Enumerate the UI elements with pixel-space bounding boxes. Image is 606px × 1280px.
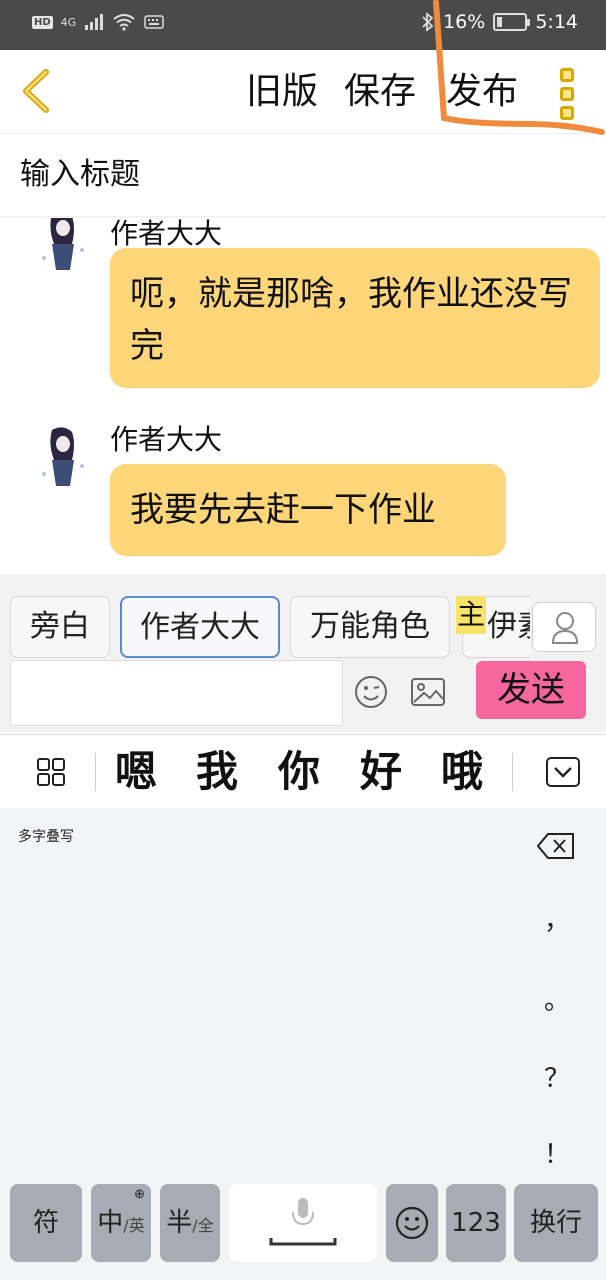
grid-menu-icon[interactable] bbox=[36, 757, 66, 787]
period-key[interactable]: 。 bbox=[540, 980, 574, 1017]
microphone-icon bbox=[269, 1198, 337, 1246]
numbers-key[interactable]: 123 bbox=[446, 1184, 506, 1262]
hd-indicator: HD bbox=[32, 15, 53, 29]
wifi-icon bbox=[113, 14, 135, 31]
candidate-divider bbox=[95, 753, 96, 791]
author-avatar[interactable] bbox=[38, 218, 88, 272]
author-name: 作者大大 bbox=[110, 218, 223, 250]
half-full-toggle[interactable]: 半/全 bbox=[160, 1184, 220, 1262]
message-bubble[interactable]: 呃，就是那啥，我作业还没写完 bbox=[110, 248, 600, 388]
message-bubble[interactable]: 我要先去赶一下作业 bbox=[110, 464, 506, 556]
half-label: 半 bbox=[166, 1208, 193, 1238]
smiley-icon bbox=[395, 1206, 429, 1240]
author-avatar[interactable] bbox=[38, 420, 88, 494]
candidate-word[interactable]: 好 bbox=[360, 745, 402, 799]
person-icon bbox=[551, 612, 579, 644]
signal-icon bbox=[85, 14, 104, 30]
emoji-key[interactable] bbox=[386, 1184, 438, 1262]
handwriting-keyboard[interactable]: 多字叠写 ， 。 ？ ！ 符 中/英 ⊕ 半/全 123 换行 bbox=[0, 808, 606, 1280]
candidate-word[interactable]: 我 bbox=[196, 745, 238, 799]
role-selector-bar: 旁白 作者大大 万能角色 伊素 bbox=[0, 574, 606, 660]
role-narrator[interactable]: 旁白 bbox=[10, 596, 110, 658]
candidate-word[interactable]: 你 bbox=[278, 745, 320, 799]
chinese-label: 中 bbox=[97, 1208, 124, 1238]
backspace-icon[interactable] bbox=[536, 832, 576, 860]
chevron-left-icon[interactable] bbox=[18, 68, 54, 114]
exclamation-key[interactable]: ！ bbox=[540, 1134, 574, 1171]
globe-icon: ⊕ bbox=[134, 1187, 145, 1202]
comma-key[interactable]: ， bbox=[540, 900, 574, 937]
chevron-down-icon[interactable] bbox=[545, 756, 581, 788]
role-universal[interactable]: 万能角色 bbox=[290, 596, 450, 658]
author-name: 作者大大 bbox=[110, 423, 223, 456]
main-role-badge: 主 bbox=[456, 596, 486, 634]
battery-icon bbox=[493, 13, 531, 31]
publish-button[interactable]: 发布 bbox=[446, 70, 518, 114]
editor-toolbar: 旧版 保存 发布 bbox=[0, 50, 606, 134]
symbols-key[interactable]: 符 bbox=[10, 1184, 82, 1262]
handwriting-mode-label: 多字叠写 bbox=[18, 829, 74, 845]
candidate-word[interactable]: 嗯 bbox=[115, 745, 157, 799]
old-version-button[interactable]: 旧版 bbox=[246, 70, 318, 114]
more-vertical-icon[interactable] bbox=[560, 68, 576, 120]
send-button[interactable]: 发送 bbox=[476, 661, 586, 719]
candidate-divider bbox=[512, 753, 513, 791]
ime-candidate-bar: 嗯 我 你 好 哦 bbox=[0, 734, 606, 808]
keyboard-indicator-icon bbox=[144, 15, 164, 29]
role-author[interactable]: 作者大大 bbox=[120, 596, 280, 658]
clock: 5:14 bbox=[535, 11, 578, 33]
add-role-button[interactable] bbox=[532, 602, 596, 652]
save-button[interactable]: 保存 bbox=[344, 70, 416, 114]
message-input[interactable] bbox=[10, 660, 343, 726]
chat-area[interactable]: 作者大大 呃，就是那啥，我作业还没写完 作者大大 我要先去赶一下作业 bbox=[0, 218, 606, 574]
candidate-word[interactable]: 哦 bbox=[441, 745, 483, 799]
chinese-english-toggle[interactable]: 中/英 ⊕ bbox=[91, 1184, 151, 1262]
network-type: 4G bbox=[60, 15, 77, 29]
question-key[interactable]: ？ bbox=[540, 1058, 574, 1095]
title-input[interactable] bbox=[20, 150, 580, 200]
newline-key[interactable]: 换行 bbox=[514, 1184, 598, 1262]
english-label: /英 bbox=[123, 1216, 145, 1235]
battery-percent: 16% bbox=[443, 11, 486, 33]
status-bar: HD 4G 16% 5:14 bbox=[0, 0, 606, 50]
bluetooth-icon bbox=[422, 12, 434, 32]
space-key[interactable] bbox=[229, 1184, 377, 1262]
message-composer: 发送 bbox=[0, 660, 606, 732]
emoji-icon[interactable] bbox=[354, 675, 388, 709]
image-icon[interactable] bbox=[410, 676, 446, 708]
full-label: /全 bbox=[192, 1216, 214, 1235]
